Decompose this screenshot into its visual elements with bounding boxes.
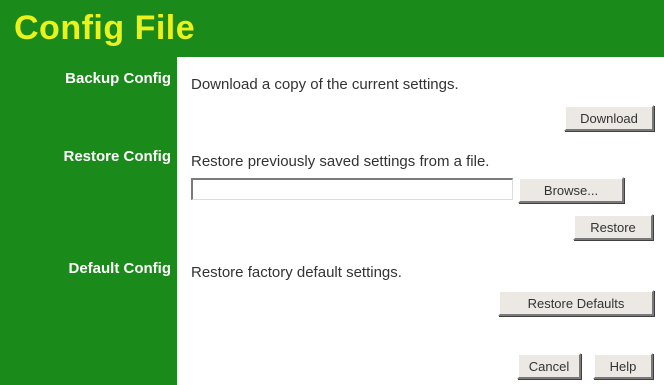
header-band: Config File [0, 0, 664, 57]
restore-defaults-button[interactable]: Restore Defaults [498, 290, 654, 316]
restore-config-label: Restore Config [63, 148, 171, 165]
download-button[interactable]: Download [564, 105, 654, 131]
default-config-label: Default Config [68, 260, 172, 277]
main-content: Download a copy of the current settings.… [177, 57, 664, 385]
help-button[interactable]: Help [593, 353, 653, 379]
cancel-button[interactable]: Cancel [517, 353, 581, 379]
browse-button[interactable]: Browse... [518, 177, 624, 203]
restore-button[interactable]: Restore [573, 214, 653, 240]
config-file-page: Backup Config Restore Config Default Con… [0, 0, 664, 385]
backup-config-label: Backup Config [65, 70, 171, 87]
page-title: Config File [14, 9, 196, 47]
defaults-description: Restore factory default settings. [191, 264, 402, 281]
backup-description: Download a copy of the current settings. [191, 76, 459, 93]
restore-description: Restore previously saved settings from a… [191, 153, 490, 170]
file-path-input[interactable] [191, 178, 513, 200]
sidebar-band: Backup Config Restore Config Default Con… [0, 0, 177, 385]
